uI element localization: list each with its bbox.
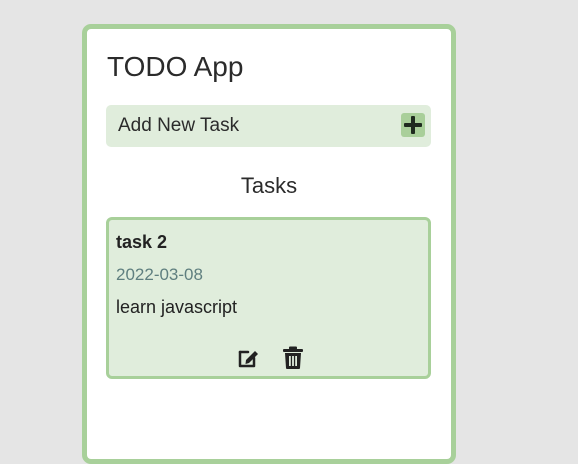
add-new-task-bar[interactable]: Add New Task [106,105,431,147]
add-new-task-label: Add New Task [118,115,240,136]
task-title: task 2 [116,232,168,252]
app-title: TODO App [107,51,244,82]
tasks-heading: Tasks [240,173,298,198]
plus-icon [404,116,422,134]
task-date: 2022-03-08 [116,265,203,284]
add-task-button[interactable] [401,113,425,137]
edit-icon [238,350,258,368]
trash-icon [283,346,303,369]
task-card: task 2 2022-03-08 learn javascript [106,217,431,379]
delete-task-button[interactable] [282,346,304,370]
edit-task-button[interactable] [236,346,260,370]
task-description: learn javascript [116,297,238,317]
todo-app-card: TODO App Add New Task Tasks task 2 2022-… [82,24,456,464]
